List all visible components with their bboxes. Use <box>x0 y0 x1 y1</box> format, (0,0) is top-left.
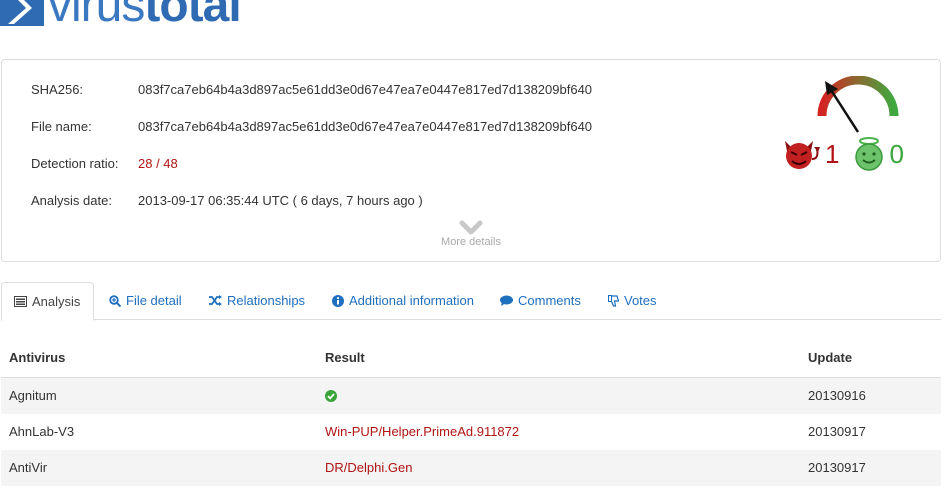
antivirus-name: AntiVir <box>9 460 48 475</box>
tab-comments-label: Comments <box>518 292 581 308</box>
logo-sigma-icon <box>0 0 44 26</box>
detection-ratio-value: 28 / 48 <box>138 156 178 171</box>
shuffle-icon <box>209 295 222 306</box>
chevron-down-icon <box>459 220 483 235</box>
file-summary-panel: SHA256: 083f7ca7eb64b4a3d897ac5e61dd3e0d… <box>1 59 941 262</box>
tab-file-detail[interactable]: File detail <box>109 282 182 319</box>
tab-additional-information-label: Additional information <box>349 292 475 308</box>
detection-label: Detection ratio: <box>31 156 119 171</box>
bad-votes-count: 1 <box>825 139 840 169</box>
table-header: Antivirus Result Update <box>1 339 941 378</box>
table-row: AhnLab-V3 Win-PUP/Helper.PrimeAd.911872 … <box>1 414 941 450</box>
tab-file-detail-label: File detail <box>126 292 182 308</box>
tab-relationships[interactable]: Relationships <box>209 282 305 319</box>
virustotal-logo[interactable]: virustotal <box>0 0 242 32</box>
thumbs-down-icon <box>608 294 619 307</box>
community-votes: 1 0 <box>781 136 904 172</box>
antivirus-name: AhnLab-V3 <box>9 424 75 439</box>
devil-icon[interactable] <box>781 137 821 171</box>
antivirus-results-table: Antivirus Result Update Agnitum 20130916… <box>1 339 941 486</box>
table-row: Agnitum 20130916 <box>1 378 941 414</box>
sha256-value: 083f7ca7eb64b4a3d897ac5e61dd3e0d67e47ea7… <box>138 82 593 97</box>
tab-relationships-label: Relationships <box>227 292 306 308</box>
sha256-label: SHA256: <box>31 82 84 97</box>
filename-label: File name: <box>31 119 92 134</box>
detection-result: DR/Delphi.Gen <box>325 460 413 475</box>
analysis-date-value: 2013-09-17 06:35:44 UTC ( 6 days, 7 hour… <box>138 193 423 208</box>
list-icon <box>14 296 27 307</box>
tab-analysis[interactable]: Analysis <box>1 282 95 321</box>
angel-icon[interactable] <box>853 137 885 171</box>
header-update[interactable]: Update <box>808 339 852 377</box>
good-votes-count: 0 <box>889 139 904 169</box>
score-gauge-icon <box>817 76 899 133</box>
logo-wordmark: virustotal <box>48 0 242 32</box>
header-antivirus[interactable]: Antivirus <box>9 339 65 377</box>
tab-additional-information[interactable]: Additional information <box>332 282 474 319</box>
analysis-date-label: Analysis date: <box>31 193 112 208</box>
tab-comments[interactable]: Comments <box>500 282 581 319</box>
tab-analysis-label: Analysis <box>32 293 81 309</box>
info-icon <box>332 294 344 307</box>
header-result[interactable]: Result <box>325 339 365 377</box>
detection-result: Win-PUP/Helper.PrimeAd.911872 <box>325 424 520 439</box>
filename-value: 083f7ca7eb64b4a3d897ac5e61dd3e0d67e47ea7… <box>138 119 593 134</box>
zoom-icon <box>109 294 121 307</box>
more-details-label: More details <box>441 236 501 248</box>
update-date: 20130916 <box>808 388 866 403</box>
tab-bar: Analysis File detail Relationships Addit… <box>1 282 941 321</box>
comment-icon <box>500 295 513 306</box>
update-date: 20130917 <box>808 424 866 439</box>
check-circle-icon <box>325 390 337 402</box>
tab-votes[interactable]: Votes <box>608 282 657 319</box>
table-row: AntiVir DR/Delphi.Gen 20130917 <box>1 450 941 486</box>
antivirus-name: Agnitum <box>9 388 57 403</box>
more-details-toggle[interactable]: More details <box>2 220 940 248</box>
tab-votes-label: Votes <box>624 292 657 308</box>
update-date: 20130917 <box>808 460 866 475</box>
